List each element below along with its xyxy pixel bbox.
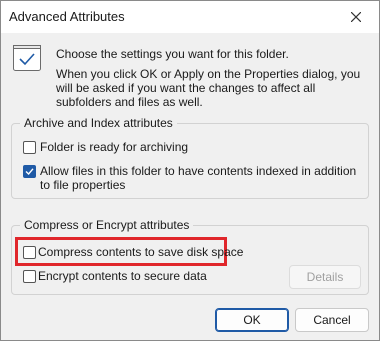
- compress-contents-label[interactable]: Compress contents to save disk space: [38, 245, 243, 259]
- compress-contents-checkbox[interactable]: [23, 246, 36, 259]
- encrypt-contents-label[interactable]: Encrypt contents to secure data: [38, 269, 207, 283]
- allow-indexing-label[interactable]: Allow files in this folder to have conte…: [40, 164, 366, 192]
- intro-text: Choose the settings you want for this fo…: [56, 47, 289, 61]
- folder-settings-icon: [13, 45, 41, 71]
- checkmark-icon: [25, 168, 34, 176]
- cancel-button[interactable]: Cancel: [295, 308, 369, 332]
- close-icon: [351, 12, 361, 22]
- encrypt-contents-checkbox[interactable]: [23, 270, 36, 283]
- ok-button[interactable]: OK: [215, 308, 289, 332]
- details-button-label: Details: [306, 270, 344, 284]
- ok-button-label: OK: [243, 313, 261, 327]
- folder-ready-archiving-checkbox[interactable]: [23, 141, 36, 154]
- window-title: Advanced Attributes: [9, 9, 125, 24]
- folder-ready-archiving-label[interactable]: Folder is ready for archiving: [40, 140, 188, 154]
- intro-description: When you click OK or Apply on the Proper…: [56, 67, 361, 109]
- details-button[interactable]: Details: [289, 265, 361, 289]
- compress-encrypt-group-title: Compress or Encrypt attributes: [20, 218, 194, 232]
- close-button[interactable]: [333, 1, 379, 33]
- cancel-button-label: Cancel: [313, 313, 351, 327]
- archive-index-group-title: Archive and Index attributes: [20, 116, 177, 130]
- title-bar[interactable]: Advanced Attributes: [1, 1, 379, 33]
- allow-indexing-checkbox[interactable]: [23, 165, 36, 178]
- advanced-attributes-dialog: Advanced Attributes Choose the settings …: [0, 0, 380, 341]
